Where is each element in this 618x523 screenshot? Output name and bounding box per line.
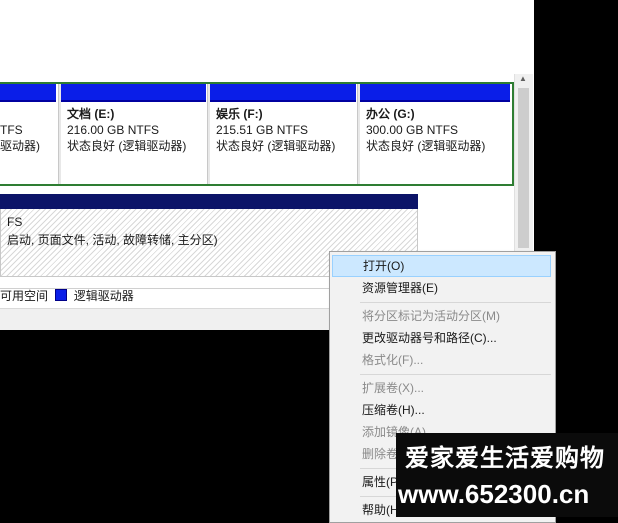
partition-bar	[0, 84, 56, 102]
legend-logical-swatch	[55, 289, 68, 301]
system-partition-status: 启动, 页面文件, 活动, 故障转储, 主分区)	[7, 233, 218, 247]
menu-item-explore[interactable]: 资源管理器(E)	[332, 277, 551, 299]
partition-status: 驱动器)	[0, 139, 40, 153]
partition-bar	[360, 84, 510, 102]
partition-size: TFS	[0, 123, 23, 137]
disk-row-selected: TFS 驱动器) 文档 (E:) 216.00 GB NTFS 状态良好 (逻辑…	[0, 82, 514, 186]
menu-item-change-drive-letter[interactable]: 更改驱动器号和路径(C)...	[332, 327, 551, 349]
menu-divider	[360, 302, 551, 303]
legend-unallocated-label: 可用空间	[0, 289, 49, 303]
watermark-url: www.652300.cn	[398, 479, 590, 509]
partition-status: 状态良好 (逻辑驱动器)	[216, 139, 336, 153]
partition-size: 216.00 GB NTFS	[67, 123, 160, 137]
partition-status: 状态良好 (逻辑驱动器)	[366, 139, 486, 153]
partition-name: 文档 (E:)	[67, 107, 115, 121]
partition-d[interactable]: TFS 驱动器)	[0, 84, 56, 184]
partition-name: 娱乐 (F:)	[216, 107, 263, 121]
scrollbar-thumb[interactable]	[518, 88, 529, 248]
partition-e[interactable]: 文档 (E:) 216.00 GB NTFS 状态良好 (逻辑驱动器)	[61, 84, 206, 184]
partition-name: 办公 (G:)	[366, 107, 415, 121]
partition-bar	[61, 84, 206, 102]
partition-f[interactable]: 娱乐 (F:) 215.51 GB NTFS 状态良好 (逻辑驱动器)	[210, 84, 356, 184]
menu-item-open[interactable]: 打开(O)	[332, 255, 551, 277]
menu-item-shrink-volume[interactable]: 压缩卷(H)...	[332, 399, 551, 421]
menu-item-format[interactable]: 格式化(F)...	[332, 349, 551, 371]
partition-size: 215.51 GB NTFS	[216, 123, 309, 137]
partition-bar	[210, 84, 356, 102]
watermark-slogan: 爱家爱生活爱购物	[405, 445, 605, 472]
partition-bar	[0, 194, 418, 209]
scroll-up-icon[interactable]: ▲	[519, 74, 527, 83]
legend-logical-label: 逻辑驱动器	[73, 289, 134, 303]
partition-name	[0, 106, 50, 122]
menu-divider	[360, 374, 551, 375]
system-partition-fs: FS	[7, 215, 23, 229]
partition-g[interactable]: 办公 (G:) 300.00 GB NTFS 状态良好 (逻辑驱动器)	[360, 84, 510, 184]
partition-status: 状态良好 (逻辑驱动器)	[67, 139, 187, 153]
partition-size: 300.00 GB NTFS	[366, 123, 459, 137]
menu-item-extend-volume[interactable]: 扩展卷(X)...	[332, 377, 551, 399]
legend: 可用空间 逻辑驱动器	[0, 289, 134, 303]
menu-item-mark-active[interactable]: 将分区标记为活动分区(M)	[332, 305, 551, 327]
